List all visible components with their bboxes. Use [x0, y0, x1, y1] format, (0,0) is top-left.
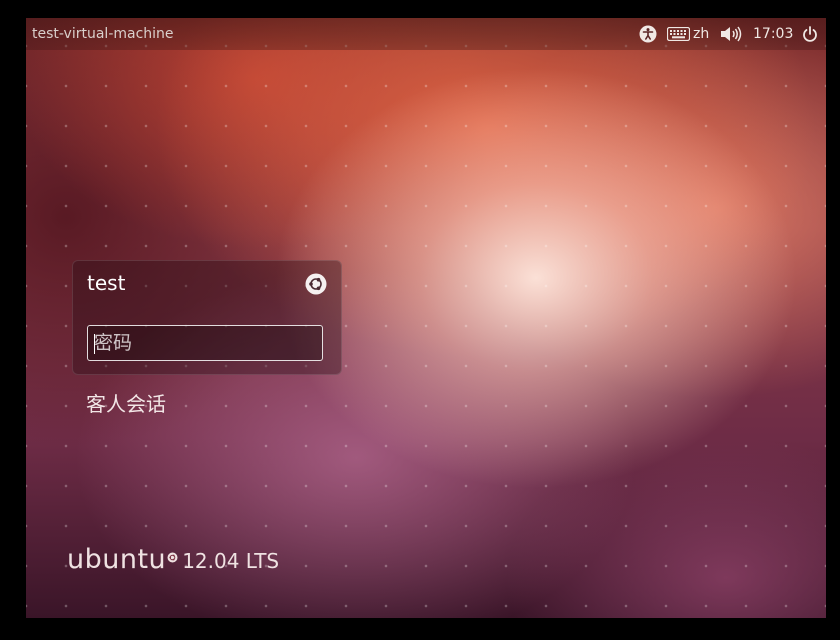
username-label[interactable]: test [87, 271, 125, 295]
keyboard-layout-label[interactable]: zh [693, 24, 709, 44]
ubuntu-wordmark: ubuntu [67, 544, 167, 575]
power-icon[interactable] [802, 24, 818, 44]
volume-icon[interactable] [720, 24, 742, 44]
circle-of-friends-icon [167, 548, 178, 563]
accessibility-icon[interactable] [639, 24, 657, 44]
text-caret [94, 334, 95, 354]
login-box: test [72, 260, 342, 375]
ubuntu-session-icon[interactable] [305, 273, 327, 295]
password-input[interactable] [88, 326, 322, 360]
version-label: 12.04 LTS [182, 549, 280, 573]
clock-label[interactable]: 17:03 [753, 24, 793, 44]
top-panel: test-virtual-machine zh 17:03 [26, 18, 826, 50]
password-field[interactable] [87, 325, 323, 361]
hostname-label: test-virtual-machine [32, 26, 174, 42]
login-screen: test-virtual-machine zh 17:03 test 客人会话 … [26, 18, 826, 618]
ubuntu-branding: ubuntu 12.04 LTS [67, 544, 279, 575]
keyboard-icon[interactable] [667, 24, 690, 44]
guest-session-link[interactable]: 客人会话 [86, 388, 166, 417]
